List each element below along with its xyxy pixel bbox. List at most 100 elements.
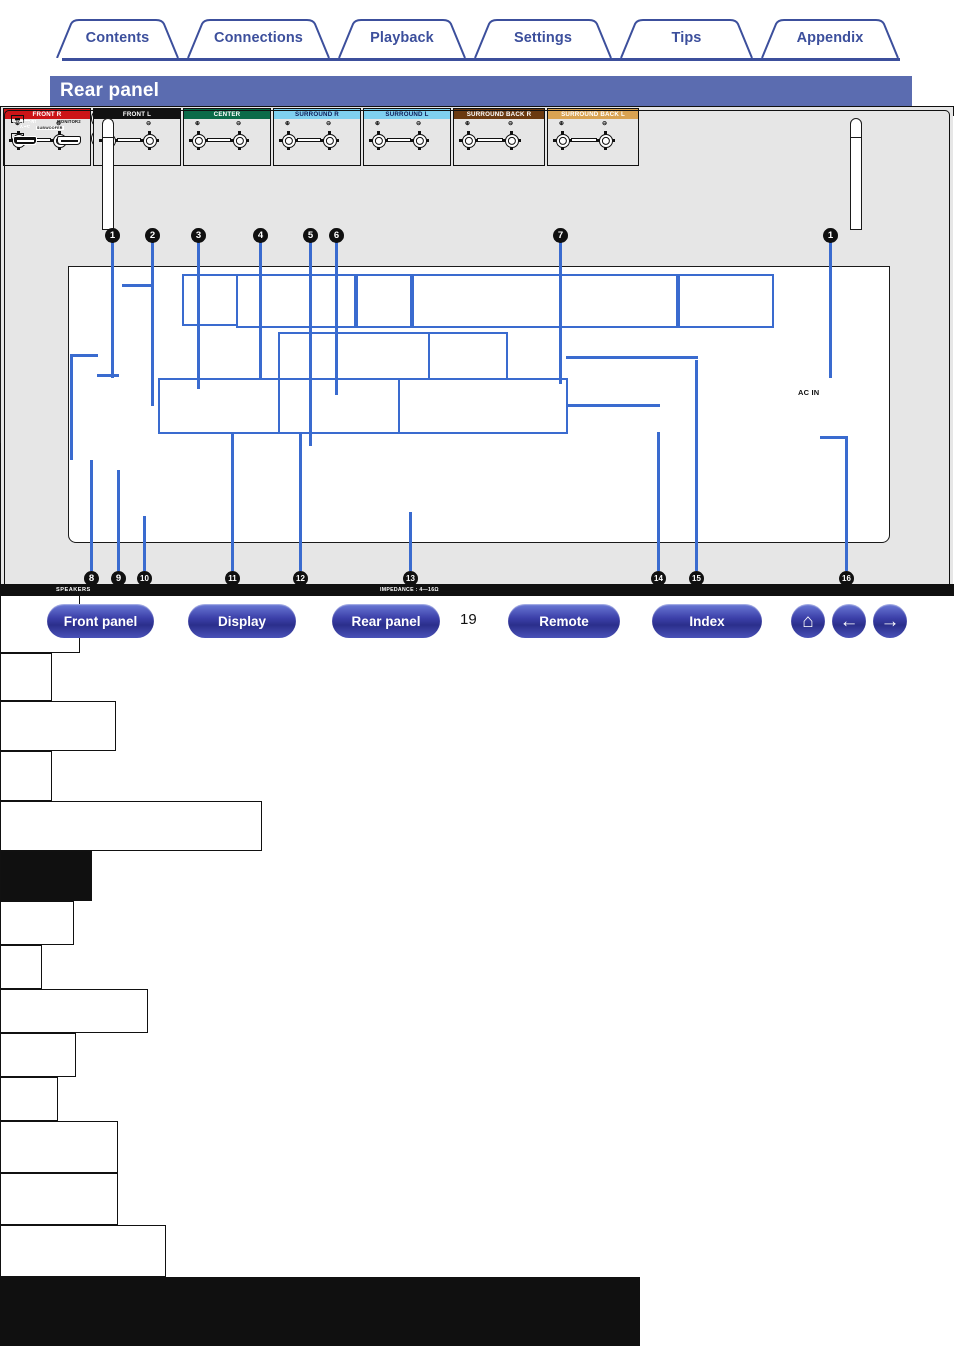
tab-label: Playback — [370, 30, 434, 46]
hdmi-out-block: HDMI OUTMONITOR1 ARCMONITOR2 — [0, 106, 954, 901]
rear-panel-diagram: DC OUTDC12V 150mA MAX.STRAIGHT CABLERS-2… — [0, 106, 954, 1346]
callout-14-bottom: 14 — [651, 571, 666, 586]
leader-line — [196, 242, 200, 389]
leader-line — [308, 242, 312, 446]
leader-line — [845, 436, 848, 566]
nav-button-label: Front panel — [63, 613, 138, 629]
nav-button-index[interactable]: Index — [652, 604, 762, 638]
nav-button-label: Remote — [539, 613, 589, 629]
callout-12-bottom: 12 — [293, 571, 308, 586]
nav-button-front-panel[interactable]: Front panel — [47, 604, 154, 638]
leader-line — [116, 470, 120, 571]
audio-in-block: LRAUDIO IN(ASSIGNABLE) — [0, 109, 954, 1173]
digital-audio-in-block: DIGITAL AUDIO IN(ASSIGNABLE)1CBL/SAT2DVD… — [0, 106, 954, 751]
leader-line — [70, 354, 73, 460]
hdmi-out-port-label: MONITOR2 — [57, 119, 81, 124]
leader-line — [151, 242, 154, 286]
arrow-left-icon-glyph: ← — [839, 610, 859, 632]
flasher-in-block: FLASHER INIRIN — [0, 106, 954, 801]
page-number: 19 — [460, 611, 477, 628]
nav-button-remote[interactable]: Remote — [508, 604, 620, 638]
page-title: Rear panel — [60, 80, 160, 101]
tab-tips[interactable]: Tips — [619, 18, 754, 58]
nav-button-rear-panel[interactable]: Rear panel — [332, 604, 440, 638]
leader-line — [694, 360, 698, 571]
callout-16-bottom: 16 — [839, 571, 854, 586]
tab-contents[interactable]: Contents — [55, 18, 180, 58]
home-icon-glyph: ⌂ — [802, 610, 814, 632]
leader-line — [142, 516, 146, 571]
video-in-block: 1 CBL/SAT2 DVDVIDEO IN(ASSIGNABLE) — [0, 108, 954, 945]
tab-label: Contents — [85, 30, 150, 46]
callout-1-top: 1 — [105, 228, 120, 243]
leader-line — [89, 460, 93, 571]
callout-13-bottom: 13 — [403, 571, 418, 586]
callout-9-bottom: 9 — [111, 571, 126, 586]
tab-bar-rule — [62, 58, 900, 61]
arrow-left-icon[interactable]: ← — [832, 604, 866, 638]
leader-line-horizontal — [97, 374, 119, 377]
hdmi-out-port-1[interactable] — [13, 136, 37, 145]
antenna-tip — [102, 118, 114, 138]
remote-control-block: INOUTREMOTE CONTROL — [0, 109, 954, 1121]
tab-label: Connections — [214, 30, 303, 46]
leader-line — [828, 242, 832, 378]
home-icon[interactable]: ⌂ — [791, 604, 825, 638]
section-header: Rear panel — [50, 76, 912, 106]
callout-2-top: 2 — [145, 228, 160, 243]
leader-line — [656, 432, 660, 571]
leader-line — [110, 242, 114, 378]
component-video-out-block: MONITORYPb/CbPr/CrCOMPONENT VIDEO OUT — [0, 108, 954, 1077]
leader-line — [258, 242, 262, 378]
callout-6-top: 6 — [329, 228, 344, 243]
leader-line — [558, 242, 562, 384]
tab-settings[interactable]: Settings — [473, 18, 613, 58]
callout-15-bottom: 15 — [689, 571, 704, 586]
leader-line — [408, 512, 412, 571]
callout-1-top: 1 — [823, 228, 838, 243]
bottom-navigation: 19 Front panel Display Rear panel Remote Ind… — [0, 604, 954, 664]
tab-appendix[interactable]: Appendix — [760, 18, 900, 58]
receiver-chassis — [68, 266, 890, 543]
callout-8-bottom: 8 — [84, 571, 99, 586]
component-video-in-block: 1 CBL/SATYPb/CbPr/Cr2 DVDYPb/CbPr/CrCOMP… — [0, 107, 954, 1033]
tab-label: Appendix — [796, 30, 864, 46]
arrow-right-icon[interactable]: → — [873, 604, 907, 638]
leader-line-horizontal — [70, 354, 98, 357]
nav-button-label: Rear panel — [351, 613, 421, 629]
callout-4-top: 4 — [253, 228, 268, 243]
document-tab-bar: Contents Connections Playback Settings Tips A… — [0, 18, 954, 62]
leader-line — [230, 434, 234, 571]
tab-label: Tips — [671, 30, 702, 46]
callout-7-top: 7 — [553, 228, 568, 243]
tab-playback[interactable]: Playback — [337, 18, 467, 58]
leader-line — [334, 242, 338, 395]
callout-5-top: 5 — [303, 228, 318, 243]
leader-line-horizontal — [122, 284, 154, 287]
tab-connections[interactable]: Connections — [186, 18, 331, 58]
nav-button-display[interactable]: Display — [188, 604, 296, 638]
arrow-right-icon-glyph: → — [880, 610, 900, 632]
antenna-right — [849, 118, 863, 268]
antenna-rod — [850, 130, 862, 230]
hdmi-in-block: HDMI IN(ASSIGNABLE)1CBL/ SAT2DVD3Blu-ray… — [0, 106, 954, 851]
leader-line — [298, 434, 302, 571]
speaker-terminals: FRONT R⊕⊖FRONT L⊕⊖CENTER⊕⊖SURROUND R⊕⊖SU… — [0, 108, 954, 1346]
pre-out-block: SUBWOOFERPRE OUT — [0, 107, 954, 1277]
tab-label: Settings — [514, 30, 572, 46]
leader-line-horizontal — [566, 404, 660, 407]
callout-3-top: 3 — [191, 228, 206, 243]
leader-line-horizontal — [566, 356, 698, 359]
callout-10-bottom: 10 — [137, 571, 152, 586]
callout-11-bottom: 11 — [225, 571, 240, 586]
ac-in-label: AC IN — [798, 388, 820, 397]
antenna-tip — [850, 118, 862, 138]
nav-button-label: Display — [217, 613, 267, 629]
hdmi-out-port-2[interactable] — [57, 136, 81, 145]
video-out-block: MONITORVIDEO OUT — [0, 108, 954, 989]
pre-out-subwoofer-label: SUBWOOFER — [36, 126, 64, 130]
seven-ch-in-block: SUBWOOFER7.1CH IN — [0, 109, 954, 1225]
nav-button-label: Index — [689, 613, 725, 629]
leader-line-horizontal — [820, 436, 847, 439]
antenna-rod — [102, 130, 114, 230]
